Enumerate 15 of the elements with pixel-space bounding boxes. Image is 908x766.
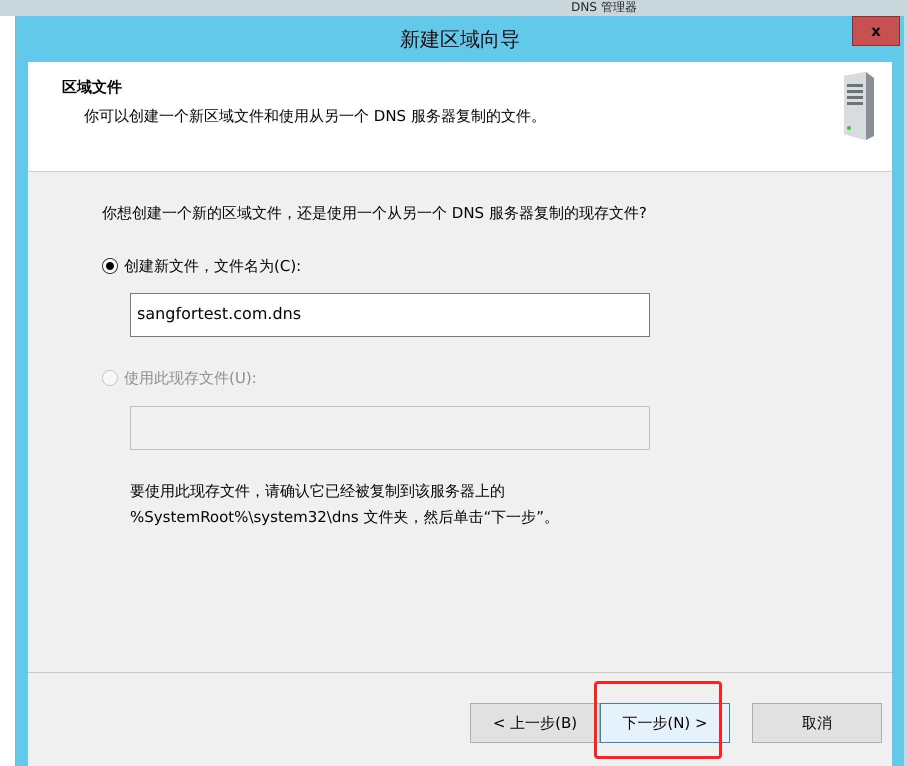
close-button[interactable]: x	[852, 16, 900, 46]
wizard-button[interactable]: 取消	[752, 703, 882, 743]
dialog-title: 新建区域向导	[400, 26, 520, 53]
note-text: 要使用此现存文件，请确认它已经被复制到该服务器上的 %SystemRoot%\system32\dns 文件夹，然后单击“下一步”。	[130, 480, 560, 528]
filename-field[interactable]	[130, 406, 650, 450]
radio-label: 使用此现存文件(U):	[124, 368, 257, 389]
section-title: 区域文件	[62, 77, 123, 98]
section-description: 你可以创建一个新区域文件和使用从另一个 DNS 服务器复制的文件。	[83, 106, 546, 126]
wizard-button[interactable]: 下一步(N) >	[600, 703, 730, 743]
question-text: 你想创建一个新的区域文件，还是使用一个从另一个 DNS 服务器复制的现存文件?	[102, 203, 648, 224]
wizard-button[interactable]: < 上一步(B)	[470, 703, 600, 743]
window-title: DNS 管理器	[571, 0, 637, 14]
filename-field[interactable]: sangfortest.com.dns	[130, 293, 650, 337]
radio-label: 创建新文件，文件名为(C):	[124, 256, 302, 276]
radio-button[interactable]	[102, 258, 118, 274]
